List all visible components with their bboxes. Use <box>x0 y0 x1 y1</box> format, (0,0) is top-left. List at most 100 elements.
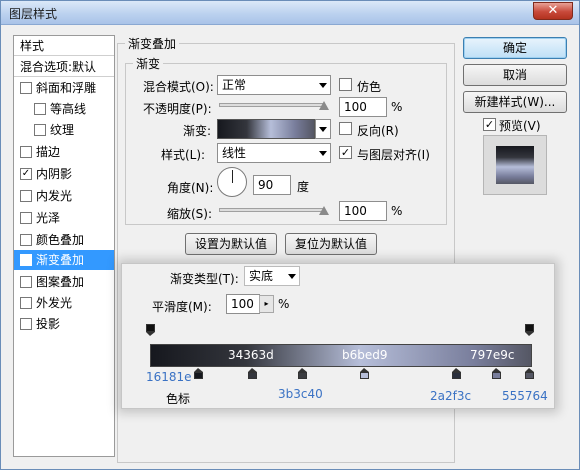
preview-label: 预览(V) <box>499 119 541 133</box>
list-item-label: 样式 <box>20 39 45 53</box>
color-stop[interactable] <box>194 368 203 379</box>
list-item-color-overlay[interactable]: 颜色叠加 <box>14 230 114 250</box>
blend-mode-select[interactable]: 正常 <box>217 75 331 95</box>
close-icon: ✕ <box>547 3 559 18</box>
checkbox[interactable] <box>20 190 32 202</box>
checkbox[interactable]: ✓ <box>20 168 32 180</box>
list-item-drop-shadow[interactable]: 投影 <box>14 314 114 334</box>
opacity-stop-left[interactable] <box>146 324 155 336</box>
list-item-inner-glow[interactable]: 内发光 <box>14 186 114 206</box>
reset-default-button[interactable]: 复位为默认值 <box>285 233 377 255</box>
scale-input[interactable]: 100 <box>339 201 387 221</box>
checkbox[interactable] <box>20 318 32 330</box>
checkbox[interactable] <box>20 146 32 158</box>
blend-mode-value: 正常 <box>222 78 247 92</box>
list-item-pattern-overlay[interactable]: 图案叠加 <box>14 272 114 292</box>
gradient-type-select[interactable]: 实底 <box>244 266 300 286</box>
list-item-bevel-emboss[interactable]: 斜面和浮雕 <box>14 78 114 98</box>
list-item-label: 渐变叠加 <box>36 253 85 267</box>
smoothness-input[interactable]: 100 <box>226 294 260 314</box>
list-item-label: 颜色叠加 <box>36 233 85 247</box>
gradient-swatch[interactable] <box>217 119 315 139</box>
styles-list: 样式 混合选项:默认 斜面和浮雕 等高线 纹理 描边 ✓ 内阴影 内发光 光泽 … <box>13 35 115 457</box>
align-with-layer-checkbox[interactable]: ✓ <box>339 146 352 159</box>
list-item-label: 外发光 <box>36 296 73 310</box>
color-stop[interactable] <box>525 368 534 379</box>
opacity-stop-tip <box>525 332 534 336</box>
list-item-satin[interactable]: 光泽 <box>14 208 114 228</box>
preview-checkbox[interactable]: ✓ <box>483 118 496 131</box>
new-style-button[interactable]: 新建样式(W)... <box>463 91 567 113</box>
list-item-stroke[interactable]: 描边 <box>14 142 114 162</box>
list-item-texture[interactable]: 纹理 <box>14 120 114 140</box>
checkbox[interactable] <box>20 82 32 94</box>
style-select[interactable]: 线性 <box>217 143 331 163</box>
color-label: 555764 <box>502 389 548 403</box>
scale-slider-thumb[interactable] <box>319 206 329 215</box>
ok-button[interactable]: 确定 <box>463 37 567 59</box>
color-stop-swatch <box>525 372 534 379</box>
color-label: 16181e <box>146 370 192 384</box>
chevron-right-icon: ▸ <box>264 299 269 308</box>
opacity-slider[interactable] <box>219 103 325 107</box>
cancel-button[interactable]: 取消 <box>463 64 567 86</box>
checkbox[interactable] <box>20 212 32 224</box>
layer-style-dialog: 图层样式 ✕ 样式 混合选项:默认 斜面和浮雕 等高线 纹理 描边 ✓ 内阴影 … <box>0 0 580 470</box>
opacity-stop-right[interactable] <box>525 324 534 336</box>
list-item-styles[interactable]: 样式 <box>14 36 114 56</box>
list-item-label: 投影 <box>36 317 61 331</box>
color-stop-swatch <box>298 372 307 379</box>
opacity-stop-tip <box>146 332 155 336</box>
dialog-title: 图层样式 <box>9 7 58 21</box>
list-item-contour[interactable]: 等高线 <box>14 99 114 119</box>
gradient-dropdown-button[interactable] <box>315 119 331 139</box>
gradient-editor-overlay: 渐变类型(T): 实底 平滑度(M): 100 ▸ % 34363d b6bed… <box>121 263 555 409</box>
set-default-button[interactable]: 设置为默认值 <box>185 233 277 255</box>
color-stop[interactable] <box>452 368 461 379</box>
blend-mode-label: 混合模式(O): <box>143 80 214 94</box>
opacity-slider-thumb[interactable] <box>319 101 329 110</box>
list-item-blending-options[interactable]: 混合选项:默认 <box>14 57 114 77</box>
opacity-stop-body <box>525 324 534 332</box>
chevron-down-icon <box>319 151 327 156</box>
gradient-label: 渐变: <box>183 124 212 138</box>
list-item-label: 描边 <box>36 145 61 159</box>
list-item-outer-glow[interactable]: 外发光 <box>14 293 114 313</box>
color-stop[interactable] <box>298 368 307 379</box>
opacity-input[interactable]: 100 <box>339 97 387 117</box>
title-bar: 图层样式 ✕ <box>1 1 579 25</box>
checkbox[interactable] <box>20 297 32 309</box>
angle-input[interactable]: 90 <box>253 175 291 195</box>
list-item-gradient-overlay[interactable]: ✓ 渐变叠加 <box>14 250 114 270</box>
chevron-down-icon <box>319 127 327 132</box>
color-label: 797e9c <box>470 348 515 362</box>
list-item-label: 斜面和浮雕 <box>36 81 97 95</box>
list-item-inner-shadow[interactable]: ✓ 内阴影 <box>14 164 114 184</box>
color-stop[interactable] <box>248 368 257 379</box>
checkbox[interactable] <box>34 103 46 115</box>
style-value: 线性 <box>222 146 247 160</box>
checkbox[interactable] <box>20 276 32 288</box>
close-button[interactable]: ✕ <box>533 2 573 20</box>
reverse-checkbox[interactable] <box>339 122 352 135</box>
style-label: 样式(L): <box>161 148 206 162</box>
color-stop[interactable] <box>492 368 501 379</box>
checkbox[interactable]: ✓ <box>20 254 32 266</box>
checkbox[interactable] <box>20 234 32 246</box>
checkbox[interactable] <box>34 124 46 136</box>
preview-swatch <box>496 146 534 184</box>
angle-dial[interactable] <box>217 167 247 197</box>
color-stop-swatch <box>194 372 203 379</box>
color-stop[interactable] <box>360 368 369 379</box>
style-preview-thumbnail <box>483 135 547 195</box>
angle-label: 角度(N): <box>167 181 214 195</box>
color-stop-swatch <box>248 372 257 379</box>
dither-checkbox[interactable] <box>339 78 352 91</box>
color-stop-swatch <box>492 372 501 379</box>
color-label: 34363d <box>228 348 274 362</box>
scale-slider[interactable] <box>219 208 325 212</box>
list-item-label: 内发光 <box>36 189 73 203</box>
reverse-label: 反向(R) <box>357 124 399 138</box>
chevron-down-icon <box>319 83 327 88</box>
smoothness-stepper[interactable]: ▸ <box>259 295 274 313</box>
